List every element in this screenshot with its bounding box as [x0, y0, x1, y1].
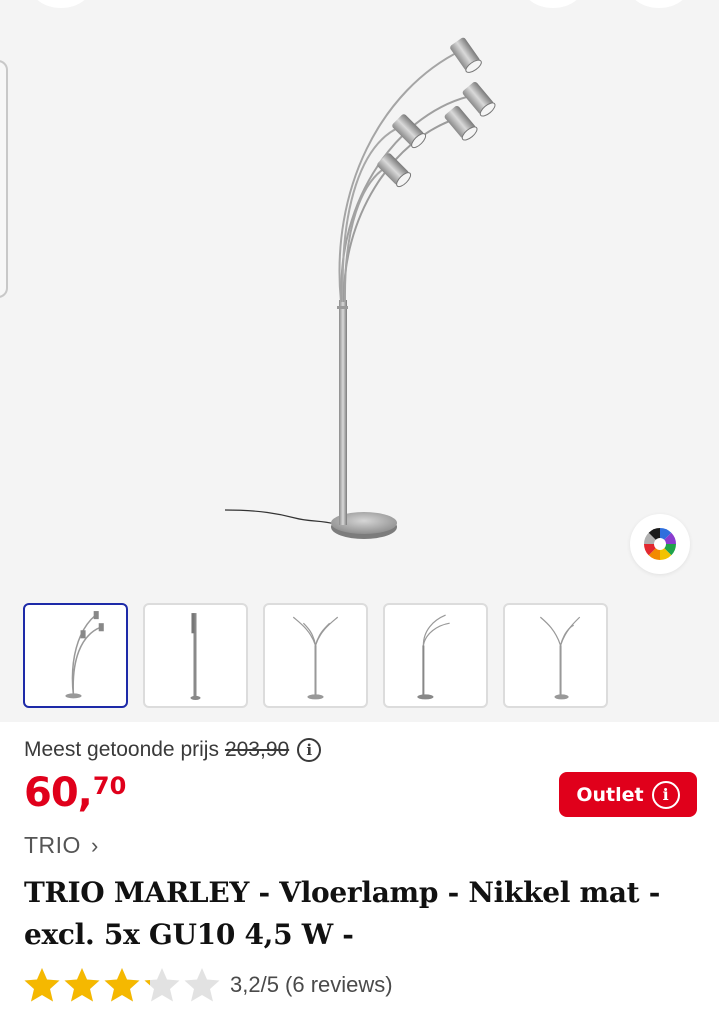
thumbnail-4[interactable] [383, 603, 488, 708]
color-palette-button[interactable] [630, 514, 690, 574]
thumbnail-3[interactable] [263, 603, 368, 708]
price-cents: 70 [92, 772, 127, 800]
gallery-side-handle[interactable] [0, 60, 8, 298]
price-separator: , [77, 770, 93, 816]
rating-text: 3,2/5 (6 reviews) [230, 972, 393, 997]
gallery-control-favorite[interactable] [522, 0, 584, 8]
star-filled-icon [104, 968, 140, 1002]
reference-price-label: Meest getoonde prijs [24, 738, 219, 761]
info-icon[interactable]: i [297, 738, 322, 762]
brand-link[interactable]: TRIO › [24, 832, 99, 859]
star-half-icon [144, 968, 180, 1002]
reference-price-row: Meest getoonde prijs 203,90 i [24, 738, 322, 762]
outlet-badge[interactable]: Outlet i [559, 772, 697, 817]
color-palette-icon [644, 528, 676, 560]
reference-price: 203,90 [224, 738, 290, 761]
product-info: Meest getoonde prijs 203,90 i 60 , 70 Ou… [0, 722, 719, 1019]
gallery-control-left[interactable] [30, 0, 92, 8]
main-product-image[interactable] [200, 30, 520, 550]
thumbnail-2[interactable] [143, 603, 248, 708]
brand-name: TRIO [24, 832, 81, 858]
star-empty-icon [184, 968, 220, 1002]
thumbnail-strip [0, 603, 719, 709]
star-filled-icon [64, 968, 100, 1002]
star-filled-icon [24, 968, 60, 1002]
chevron-right-icon: › [90, 832, 99, 858]
price-euros: 60 [24, 770, 79, 816]
thumbnail-5[interactable] [503, 603, 608, 708]
product-image-gallery[interactable] [0, 0, 719, 722]
rating-summary[interactable]: 3,2/5 (6 reviews) [22, 965, 393, 1005]
gallery-control-share[interactable] [628, 0, 690, 8]
product-title: TRIO MARLEY - Vloerlamp - Nikkel mat - e… [24, 876, 661, 951]
current-price: 60 , 70 [24, 770, 126, 816]
info-icon: i [651, 780, 680, 809]
rating-stars [22, 965, 222, 1005]
outlet-label: Outlet [576, 783, 644, 806]
thumbnail-1[interactable] [23, 603, 128, 708]
